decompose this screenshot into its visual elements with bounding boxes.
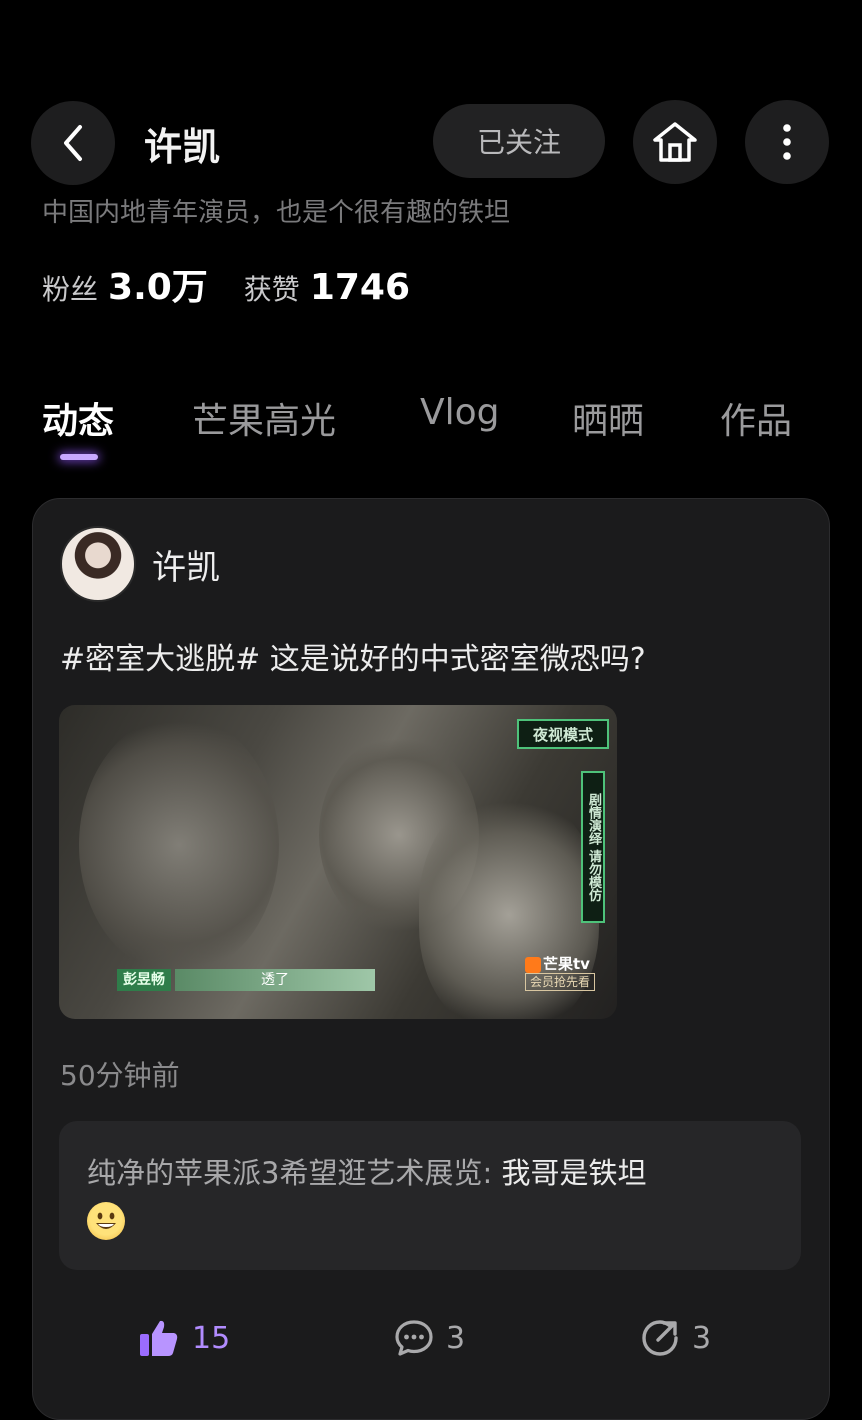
comment-user[interactable]: 纯净的苹果派3希望逛艺术展览: xyxy=(87,1156,492,1190)
share-count: 3 xyxy=(692,1320,712,1356)
subtitle-text: 透了 xyxy=(175,969,375,991)
back-button[interactable] xyxy=(31,101,115,185)
like-count: 15 xyxy=(192,1320,231,1356)
likes-count: 1746 xyxy=(309,267,411,308)
tab-share[interactable]: 晒晒 xyxy=(572,392,644,444)
fans-count[interactable]: 3.0万 xyxy=(108,258,208,310)
comment-line: 纯净的苹果派3希望逛艺术展览: 我哥是铁坦 xyxy=(87,1151,767,1240)
tab-dynamic[interactable]: 动态 xyxy=(42,392,114,444)
likes-label: 获赞 xyxy=(243,273,300,306)
chevron-left-icon xyxy=(64,125,82,161)
profile-bio: 中国内地青年演员，也是个很有趣的铁坦 xyxy=(42,198,511,228)
mango-tv-logo: 芒果tv xyxy=(525,953,590,974)
comment-icon xyxy=(395,1320,433,1356)
grinning-face-emoji-icon xyxy=(87,1202,125,1240)
profile-stats: 粉丝 3.0万 获赞 1746 xyxy=(42,258,446,310)
more-button[interactable] xyxy=(745,100,829,184)
tab-vlog[interactable]: Vlog xyxy=(420,392,500,433)
post-text[interactable]: #密室大逃脱# 这是说好的中式密室微恐吗? xyxy=(60,634,646,678)
post-time: 50分钟前 xyxy=(60,1059,180,1092)
more-vertical-icon xyxy=(783,124,791,160)
video-thumbnail[interactable]: 夜视模式 剧情演绎 请勿模仿 彭昱畅 透了 芒果tv 会员抢先看 xyxy=(59,705,617,1019)
like-button[interactable]: 15 xyxy=(138,1318,230,1358)
avatar[interactable] xyxy=(60,526,136,602)
fans-label: 粉丝 xyxy=(42,273,99,306)
home-icon xyxy=(653,122,697,162)
thumbs-up-icon xyxy=(140,1320,178,1356)
comment-count: 3 xyxy=(446,1320,466,1356)
disclaimer-tag: 剧情演绎 请勿模仿 xyxy=(581,771,605,923)
subtitle-name: 彭昱畅 xyxy=(117,969,171,991)
share-icon xyxy=(642,1320,678,1356)
home-button[interactable] xyxy=(633,100,717,184)
follow-button[interactable]: 已关注 xyxy=(433,104,605,178)
page-title: 许凯 xyxy=(144,125,221,169)
tab-indicator xyxy=(60,454,98,460)
logo-subtext: 会员抢先看 xyxy=(525,973,596,991)
comment-button[interactable]: 3 xyxy=(394,1318,465,1358)
tab-mango-highlights[interactable]: 芒果高光 xyxy=(192,392,336,444)
share-button[interactable]: 3 xyxy=(640,1318,711,1358)
night-mode-tag: 夜视模式 xyxy=(517,719,609,749)
post-author[interactable]: 许凯 xyxy=(152,540,220,589)
comment-preview[interactable]: 纯净的苹果派3希望逛艺术展览: 我哥是铁坦 xyxy=(59,1121,801,1270)
tab-bar: 动态 芒果高光 Vlog 晒晒 作品 xyxy=(0,392,862,452)
tab-works[interactable]: 作品 xyxy=(720,392,792,444)
comment-body: 我哥是铁坦 xyxy=(501,1156,647,1190)
